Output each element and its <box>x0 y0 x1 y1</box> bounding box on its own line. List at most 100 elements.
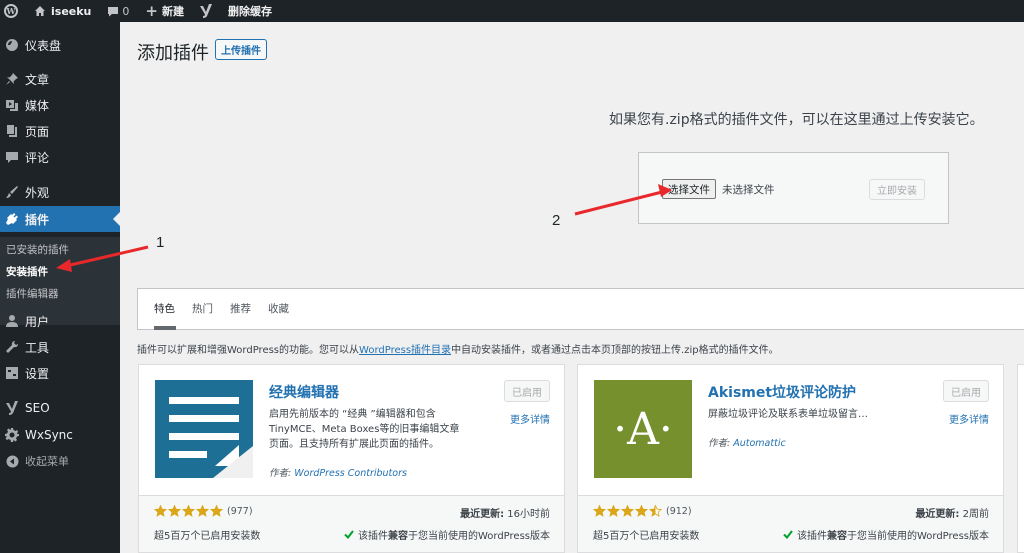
star-icon <box>154 505 167 517</box>
intro-text: 插件可以扩展和增强WordPress的功能。您可以从WordPress插件目录中… <box>137 341 779 356</box>
akismet-icon-letter: ·A· <box>613 403 673 455</box>
sidebar-item-settings[interactable]: 设置 <box>0 360 120 386</box>
comment-icon <box>5 150 19 164</box>
tab-recommended[interactable]: 推荐 <box>230 301 251 316</box>
comment-count: 0 <box>122 4 130 18</box>
seo-icon <box>5 401 19 415</box>
plus-icon: + <box>145 1 158 20</box>
sidebar-item-label: 用户 <box>25 314 50 329</box>
tab-featured[interactable]: 特色 <box>154 301 175 316</box>
collapse-menu-button[interactable]: 收起菜单 <box>0 448 120 474</box>
gear-icon <box>5 428 19 442</box>
comment-icon <box>108 6 119 16</box>
plugin-description: 启用先前版本的 “经典 ”编辑器和包含TinyMCE、Meta Boxes等的旧… <box>269 409 460 450</box>
clear-cache-link[interactable]: 删除缓存 <box>222 0 278 22</box>
compat-post: 于您当前使用的WordPress版本 <box>846 531 989 542</box>
sidebar-item-seo[interactable]: SEO <box>0 395 120 421</box>
sidebar-item-label: 外观 <box>25 185 50 200</box>
sidebar-item-comments[interactable]: 评论 <box>0 144 120 170</box>
active-tab-indicator <box>154 326 176 330</box>
star-icon <box>607 505 620 517</box>
more-details-link[interactable]: 更多详情 <box>949 411 989 426</box>
plugin-icon <box>5 212 19 226</box>
sidebar-item-pages[interactable]: 页面 <box>0 118 120 144</box>
star-icon <box>196 505 209 517</box>
tab-favorites[interactable]: 收藏 <box>268 301 289 316</box>
star-icon <box>210 505 223 517</box>
sidebar-item-label: WxSync <box>25 428 73 442</box>
sidebar-item-tools[interactable]: 工具 <box>0 334 120 360</box>
star-icon <box>593 505 606 517</box>
submenu-add-plugins[interactable]: 安装插件 <box>6 264 48 279</box>
tab-popular[interactable]: 热门 <box>192 301 213 316</box>
new-content-link[interactable]: + 新建 <box>139 0 190 22</box>
last-updated-label: 最近更新: <box>915 509 960 520</box>
classic-editor-icon[interactable] <box>155 380 253 478</box>
sidebar-item-wxsync[interactable]: WxSync <box>0 422 120 448</box>
annotation-label-2: 2 <box>552 212 561 229</box>
yoast-icon <box>199 4 212 18</box>
collapse-menu-label: 收起菜单 <box>25 455 69 468</box>
sidebar-item-label: 工具 <box>25 340 50 355</box>
site-name-link[interactable]: iseeku <box>28 0 97 22</box>
intro-text-after: 中自动安装插件，或者通过点击本页顶部的按钮上传.zip格式的插件文件。 <box>451 345 779 356</box>
submenu-plugin-editor[interactable]: 插件编辑器 <box>6 286 59 301</box>
plugin-filter-tabs: 特色 热门 推荐 收藏 <box>137 288 1024 330</box>
author-link[interactable]: Automattic <box>733 438 785 449</box>
plugin-directory-link[interactable]: WordPress插件目录 <box>359 345 451 356</box>
user-icon <box>5 314 19 328</box>
clear-cache-label: 删除缓存 <box>227 5 272 18</box>
wordpress-icon: W <box>4 4 18 18</box>
sidebar-item-media[interactable]: 媒体 <box>0 92 120 118</box>
dashboard-icon <box>5 38 19 52</box>
author-label: 作者: <box>269 468 295 479</box>
author-link[interactable]: WordPress Contributors <box>294 468 407 479</box>
compat-bold: 兼容 <box>826 531 847 542</box>
collapse-icon <box>5 454 19 468</box>
sidebar-item-users[interactable]: 用户 <box>0 308 120 334</box>
plugin-card-partial <box>1017 364 1024 553</box>
sidebar-item-label: 媒体 <box>25 98 50 113</box>
star-icon <box>621 505 634 517</box>
last-updated-label: 最近更新: <box>460 509 505 520</box>
yoast-seo-link[interactable] <box>194 0 218 22</box>
compat-pre: 该插件 <box>357 531 388 542</box>
plugin-description: 屏蔽垃圾评论及联系表单垃圾留言… <box>708 409 868 420</box>
no-file-chosen-text: 未选择文件 <box>722 184 775 196</box>
sidebar-item-posts[interactable]: 文章 <box>0 66 120 92</box>
active-installs: 超5百万个已启用安装数 <box>154 531 261 542</box>
intro-text-before: 插件可以扩展和增强WordPress的功能。您可以从 <box>137 345 360 356</box>
plugin-card-classic-editor: 经典编辑器 启用先前版本的 “经典 ”编辑器和包含TinyMCE、Meta Bo… <box>138 364 565 553</box>
activated-button[interactable]: 已启用 <box>504 380 550 402</box>
compatibility: 该插件 兼容 于您当前使用的WordPress版本 <box>344 527 550 542</box>
wrench-icon <box>5 340 19 354</box>
sidebar-item-dashboard[interactable]: 仪表盘 <box>0 32 120 58</box>
page-title: 添加插件 <box>137 43 209 64</box>
author-label: 作者: <box>708 438 734 449</box>
choose-file-button[interactable]: 选择文件 <box>662 179 716 199</box>
wordpress-logo-button[interactable]: W <box>0 0 24 22</box>
comments-link[interactable]: 0 <box>101 0 135 22</box>
submenu-installed-plugins[interactable]: 已安装的插件 <box>6 242 69 257</box>
akismet-icon[interactable]: ·A· <box>594 380 692 478</box>
compatibility: 该插件 兼容 于您当前使用的WordPress版本 <box>783 527 989 542</box>
activated-button[interactable]: 已启用 <box>943 380 989 402</box>
plugin-name[interactable]: Akismet垃圾评论防护 <box>708 382 856 402</box>
more-details-link[interactable]: 更多详情 <box>510 411 550 426</box>
plugin-name[interactable]: 经典编辑器 <box>269 382 339 402</box>
plugin-author: 作者: WordPress Contributors <box>269 465 407 479</box>
active-installs: 超5百万个已启用安装数 <box>593 531 700 542</box>
last-updated: 最近更新: 2周前 <box>915 505 989 520</box>
upload-plugin-button[interactable]: 上传插件 <box>215 39 267 60</box>
sidebar-item-label: 设置 <box>25 366 50 381</box>
annotation-label-1: 1 <box>156 234 165 251</box>
pin-icon <box>5 72 19 86</box>
sidebar-item-appearance[interactable]: 外观 <box>0 179 120 205</box>
rating-count: (912) <box>666 505 692 517</box>
admin-menu: 仪表盘 文章 媒体 页面 评论 外观 插件 已安装的插件 安装插件 插件编辑器 … <box>0 22 120 553</box>
star-icon <box>182 505 195 517</box>
install-now-button[interactable]: 立即安装 <box>869 179 925 200</box>
home-icon <box>35 6 45 16</box>
rating-count: (977) <box>227 505 253 517</box>
sidebar-item-plugins[interactable]: 插件 <box>0 206 120 232</box>
